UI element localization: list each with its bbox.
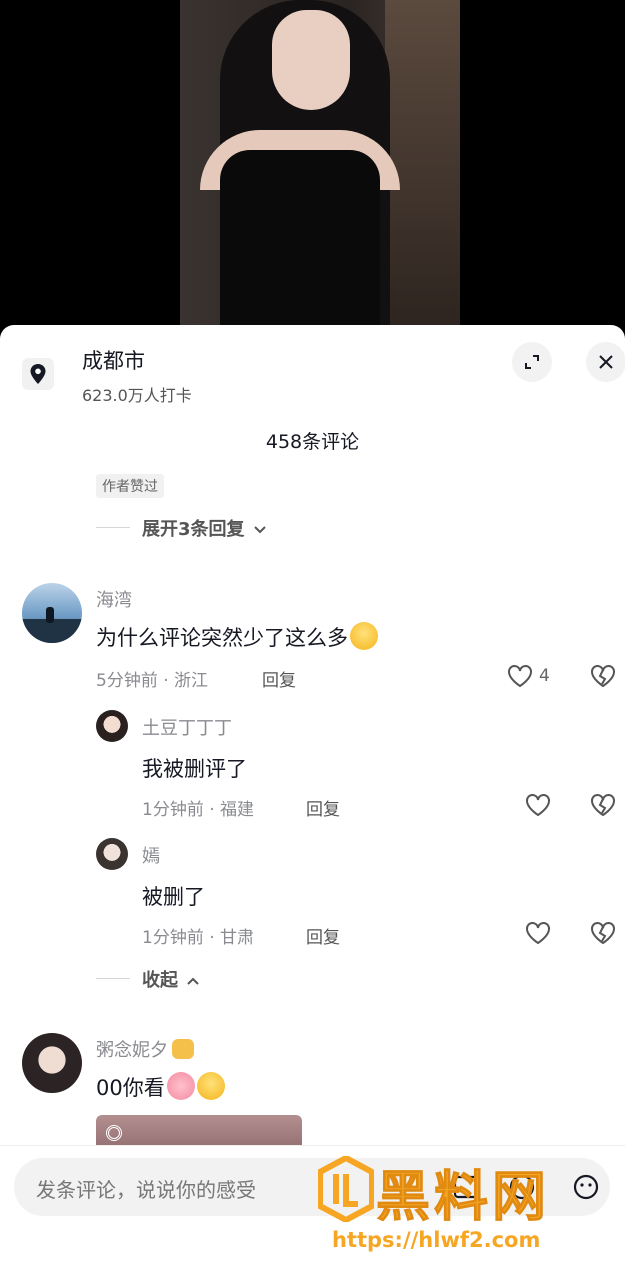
divider bbox=[96, 978, 130, 979]
close-button[interactable] bbox=[586, 342, 625, 382]
comment-username[interactable]: 粥念妮夕 bbox=[96, 1036, 194, 1062]
chevron-down-icon bbox=[254, 526, 266, 534]
dislike-button[interactable] bbox=[590, 793, 616, 821]
reply-time-location: 1分钟前 · 甘肃 bbox=[142, 928, 255, 948]
video-frame bbox=[180, 0, 460, 325]
watermark-url: https://hlwf2.com bbox=[332, 1228, 541, 1252]
heart-icon bbox=[508, 665, 532, 688]
location-pin-icon[interactable] bbox=[22, 358, 54, 390]
comment-count: 458条评论 bbox=[265, 431, 360, 453]
comment-text: 为什么评论突然少了这么多 bbox=[96, 622, 378, 652]
expand-icon bbox=[525, 355, 539, 369]
like-button[interactable] bbox=[525, 793, 551, 821]
collapse-label: 收起 bbox=[142, 970, 178, 991]
watermark: 黑料网 https://hlwf2.com bbox=[318, 1146, 608, 1266]
comment-input-placeholder: 发条评论，说说你的感受 bbox=[36, 1178, 256, 1202]
reply-username[interactable]: 土豆丁丁丁 bbox=[142, 714, 232, 740]
author-liked-tag: 作者赞过 bbox=[96, 474, 164, 498]
location-title[interactable]: 成都市 bbox=[82, 345, 145, 375]
cat-face-emoji bbox=[172, 1039, 194, 1059]
avatar[interactable] bbox=[22, 583, 82, 643]
reply-time-location: 1分钟前 · 福建 bbox=[142, 800, 255, 820]
reply-button[interactable]: 回复 bbox=[262, 666, 296, 691]
watermark-logo-icon bbox=[318, 1156, 374, 1222]
pig-face-emoji bbox=[166, 1072, 195, 1100]
reply-text: 我被删评了 bbox=[142, 757, 247, 781]
broken-heart-icon bbox=[591, 665, 615, 688]
watermark-text: 黑料网 bbox=[376, 1165, 550, 1229]
expand-replies-button[interactable]: 展开3条回复 bbox=[142, 515, 267, 541]
chevron-up-icon bbox=[187, 977, 199, 985]
location-checkins: 623.0万人打卡 bbox=[82, 386, 192, 405]
avatar[interactable] bbox=[22, 1033, 82, 1093]
video-subject-dress bbox=[220, 150, 380, 325]
dislike-button[interactable] bbox=[590, 921, 616, 949]
loading-icon bbox=[106, 1125, 122, 1141]
comment-sheet: 成都市 623.0万人打卡 458条评论 作者赞过 展开3条回复 海湾 为什么评… bbox=[0, 325, 625, 1280]
divider bbox=[96, 527, 130, 528]
broken-heart-icon bbox=[591, 922, 615, 945]
dislike-button[interactable] bbox=[590, 664, 616, 692]
broken-heart-icon bbox=[591, 794, 615, 817]
reply-button[interactable]: 回复 bbox=[306, 795, 340, 820]
video-player[interactable] bbox=[0, 0, 625, 325]
comment-time-location: 5分钟前 · 浙江 bbox=[96, 671, 209, 691]
reply-avatar[interactable] bbox=[96, 710, 128, 742]
collapse-replies-button[interactable]: 收起 bbox=[142, 966, 200, 992]
video-subject-face bbox=[272, 10, 350, 110]
like-button[interactable] bbox=[507, 664, 533, 692]
reply-button[interactable]: 回复 bbox=[306, 923, 340, 948]
comment-input-bar: 发条评论，说说你的感受 黑料网 https://hlwf2.com bbox=[0, 1145, 625, 1280]
expand-replies-label: 展开3条回复 bbox=[142, 519, 245, 540]
heart-icon bbox=[526, 922, 550, 945]
reply-username[interactable]: 嫣 bbox=[142, 842, 160, 868]
comment-username[interactable]: 海湾 bbox=[96, 586, 132, 612]
like-count: 4 bbox=[539, 666, 550, 686]
shocked-face-emoji bbox=[350, 622, 378, 650]
expand-button[interactable] bbox=[512, 342, 552, 382]
heart-icon bbox=[526, 794, 550, 817]
reply-avatar[interactable] bbox=[96, 838, 128, 870]
like-button[interactable] bbox=[525, 921, 551, 949]
pleading-face-emoji bbox=[196, 1072, 225, 1100]
video-background bbox=[385, 0, 460, 325]
comment-text: 00你看 bbox=[96, 1072, 225, 1102]
reply-text: 被删了 bbox=[142, 885, 205, 909]
close-icon bbox=[599, 355, 613, 369]
